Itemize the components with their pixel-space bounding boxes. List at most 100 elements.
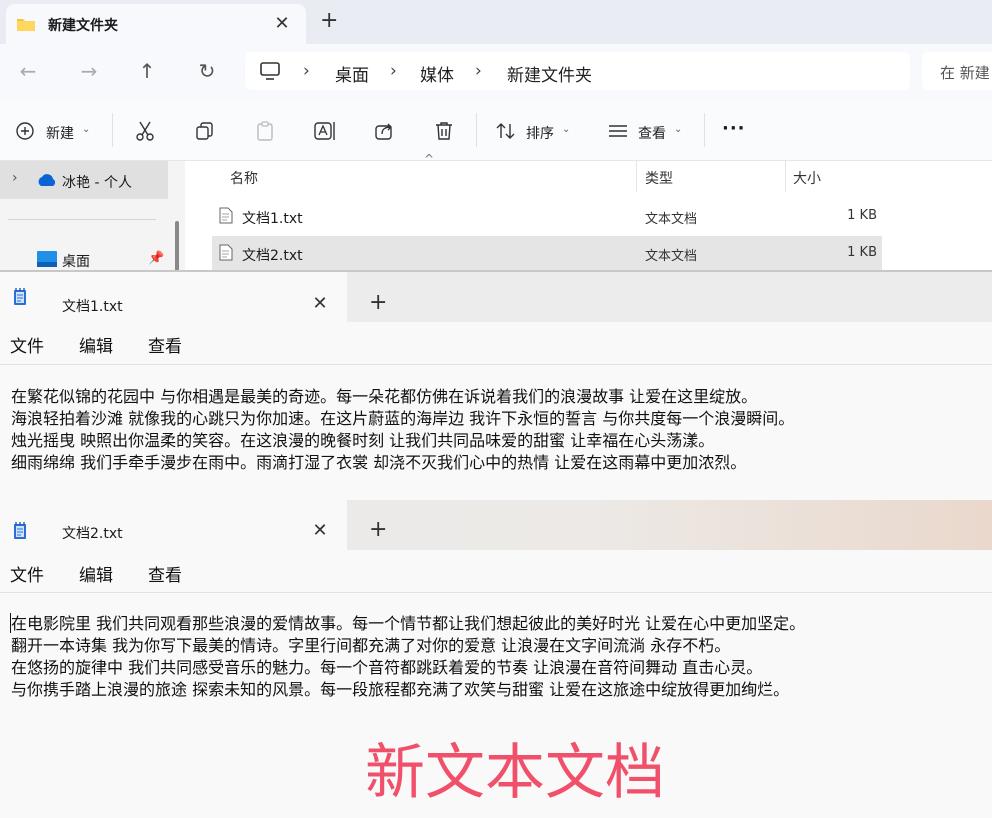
delete-icon[interactable]: [433, 120, 455, 142]
divider: [785, 160, 786, 192]
folder-icon: [16, 16, 36, 32]
navigation-pane: › 冰艳 - 个人 桌面 📌: [0, 161, 185, 271]
column-header-size[interactable]: 大小: [793, 168, 821, 188]
text-line: 在繁花似锦的花园中 与你相遇是最美的奇迹。每一朵花都仿佛在诉说着我们的浪漫故事 …: [11, 387, 758, 406]
chevron-down-icon: ⌄: [674, 124, 683, 135]
breadcrumb-chevron-icon: ›: [390, 61, 397, 81]
file-type: 文本文档: [645, 249, 698, 264]
menu-bar: 文件 编辑 查看: [0, 324, 992, 364]
menu-view[interactable]: 查看: [148, 561, 182, 586]
notepad-icon: [13, 288, 27, 306]
text-line: 细雨绵绵 我们手牵手漫步在雨中。雨滴打湿了衣裳 却浇不灭我们心中的热情 让爱在这…: [11, 453, 747, 472]
explorer-tab[interactable]: 新建文件夹 ✕: [6, 4, 306, 44]
rename-icon[interactable]: [313, 120, 337, 142]
notepad-tab[interactable]: 文档1.txt ✕: [0, 272, 347, 322]
file-size: 1 KB: [847, 208, 877, 223]
menu-view[interactable]: 查看: [148, 332, 182, 357]
divider: [8, 219, 156, 220]
menu-file[interactable]: 文件: [10, 332, 44, 357]
view-label: 查看: [638, 126, 666, 142]
command-bar: 新建 ⌄ 排序 ⌄ 查看 ⌄ ···: [0, 100, 992, 161]
sidebar-item-label: 桌面: [62, 254, 90, 270]
text-line: 烛光摇曳 映照出你温柔的笑容。在这浪漫的晚餐时刻 让我们共同品味爱的甜蜜 让幸福…: [11, 431, 715, 450]
notepad-icon: [13, 522, 27, 540]
menu-file[interactable]: 文件: [10, 561, 44, 586]
sort-label: 排序: [526, 126, 554, 142]
breadcrumb-desktop[interactable]: 桌面: [335, 61, 369, 86]
file-name: 文档1.txt: [242, 211, 303, 227]
search-box[interactable]: 在 新建: [922, 52, 992, 90]
desktop-icon: [37, 251, 57, 267]
explorer-tab-bar: 新建文件夹 ✕ +: [0, 0, 992, 44]
chevron-down-icon: ⌄: [562, 124, 571, 135]
column-header-name[interactable]: 名称: [230, 168, 258, 188]
breadcrumb-media[interactable]: 媒体: [420, 61, 454, 86]
menu-edit[interactable]: 编辑: [79, 332, 113, 357]
text-line: 翻开一本诗集 我为你写下最美的情诗。字里行间都充满了对你的爱意 让浪漫在文字间流…: [11, 636, 731, 655]
copy-icon[interactable]: [194, 120, 216, 142]
breadcrumb-chevron-icon: ›: [475, 61, 482, 81]
file-size: 1 KB: [847, 245, 877, 260]
sidebar-item-onedrive[interactable]: › 冰艳 - 个人: [0, 161, 168, 199]
divider: [704, 113, 705, 147]
file-row-selected[interactable]: 文档2.txt 文本文档 1 KB: [212, 236, 882, 270]
file-row[interactable]: 文档1.txt 文本文档 1 KB: [212, 199, 882, 233]
pin-icon: 📌: [148, 251, 165, 266]
close-tab-button[interactable]: ✕: [270, 12, 294, 36]
sort-icon: [496, 122, 516, 140]
notepad-window-1: 文档1.txt ✕ + 文件 编辑 查看 在繁花似锦的花园中 与你相遇是最美的奇…: [0, 270, 992, 502]
share-icon[interactable]: [373, 120, 395, 142]
paste-icon[interactable]: [254, 120, 276, 142]
divider: [476, 113, 477, 147]
file-name: 文档2.txt: [242, 248, 303, 264]
back-arrow-icon[interactable]: ←: [14, 57, 42, 85]
cloud-icon: [36, 174, 58, 186]
sidebar-item-label: 冰艳 - 个人: [62, 175, 132, 191]
file-explorer-window: 新建文件夹 ✕ + ← → ↑ ↻ › 桌面 › 媒体 › 新建文件夹 在 新建: [0, 0, 992, 271]
close-tab-button[interactable]: ✕: [308, 519, 332, 543]
text-file-icon: [219, 244, 233, 261]
new-tab-button[interactable]: +: [369, 517, 387, 542]
refresh-icon[interactable]: ↻: [193, 57, 221, 85]
scrollbar-thumb[interactable]: [175, 221, 179, 271]
search-placeholder: 在 新建: [940, 64, 990, 82]
text-line: 在电影院里 我们共同观看那些浪漫的爱情故事。每一个情节都让我们想起彼此的美好时光…: [11, 614, 806, 633]
sidebar-item-desktop[interactable]: 桌面 📌: [0, 243, 168, 273]
divider: [112, 113, 113, 147]
chevron-right-icon: ›: [12, 170, 18, 186]
new-tab-button[interactable]: +: [369, 290, 387, 315]
notepad-tab-title: 文档1.txt: [62, 299, 123, 315]
column-header-type[interactable]: 类型: [645, 168, 673, 188]
up-arrow-icon[interactable]: ↑: [133, 57, 161, 85]
view-lines-icon: [608, 124, 628, 138]
breadcrumb-new-folder[interactable]: 新建文件夹: [507, 61, 592, 86]
chevron-down-icon: ⌄: [82, 124, 91, 135]
new-button-label: 新建: [46, 126, 74, 142]
menu-bar: 文件 编辑 查看: [0, 552, 992, 592]
forward-arrow-icon[interactable]: →: [75, 57, 103, 85]
menu-edit[interactable]: 编辑: [79, 561, 113, 586]
text-line: 与你携手踏上浪漫的旅途 探索未知的风景。每一段旅程都充满了欢笑与甜蜜 让爱在这旅…: [11, 680, 790, 699]
overlay-title: 新文本文档: [365, 738, 665, 808]
breadcrumb-chevron-icon: ›: [303, 61, 310, 81]
address-bar[interactable]: › 桌面 › 媒体 › 新建文件夹: [245, 52, 910, 90]
explorer-tab-title: 新建文件夹: [48, 18, 118, 34]
notepad-window-2: 文档2.txt ✕ + 文件 编辑 查看 在电影院里 我们共同观看那些浪漫的爱情…: [0, 500, 992, 818]
text-file-icon: [219, 207, 233, 224]
more-options-icon[interactable]: ···: [722, 118, 746, 139]
notepad-tab-bar: 文档1.txt ✕ +: [0, 272, 992, 322]
cut-icon[interactable]: [134, 120, 156, 142]
notepad-tab-title: 文档2.txt: [62, 526, 123, 542]
notepad-tab-bar: 文档2.txt ✕ +: [0, 500, 992, 550]
text-line: 在悠扬的旋律中 我们共同感受音乐的魅力。每一个音符都跳跃着爱的节奏 让浪漫在音符…: [11, 658, 763, 677]
text-editor-area[interactable]: 在繁花似锦的花园中 与你相遇是最美的奇迹。每一朵花都仿佛在诉说着我们的浪漫故事 …: [0, 365, 992, 500]
file-type: 文本文档: [645, 212, 698, 227]
explorer-nav-bar: ← → ↑ ↻ › 桌面 › 媒体 › 新建文件夹 在 新建: [0, 44, 992, 100]
notepad-tab[interactable]: 文档2.txt ✕: [0, 500, 347, 550]
new-tab-button[interactable]: +: [320, 8, 338, 33]
text-line: 海浪轻拍着沙滩 就像我的心跳只为你加速。在这片蔚蓝的海岸边 我许下永恒的誓言 与…: [11, 409, 795, 428]
computer-icon: [260, 62, 280, 80]
close-tab-button[interactable]: ✕: [308, 292, 332, 316]
divider: [636, 160, 637, 192]
plus-circle-icon: [16, 122, 34, 140]
